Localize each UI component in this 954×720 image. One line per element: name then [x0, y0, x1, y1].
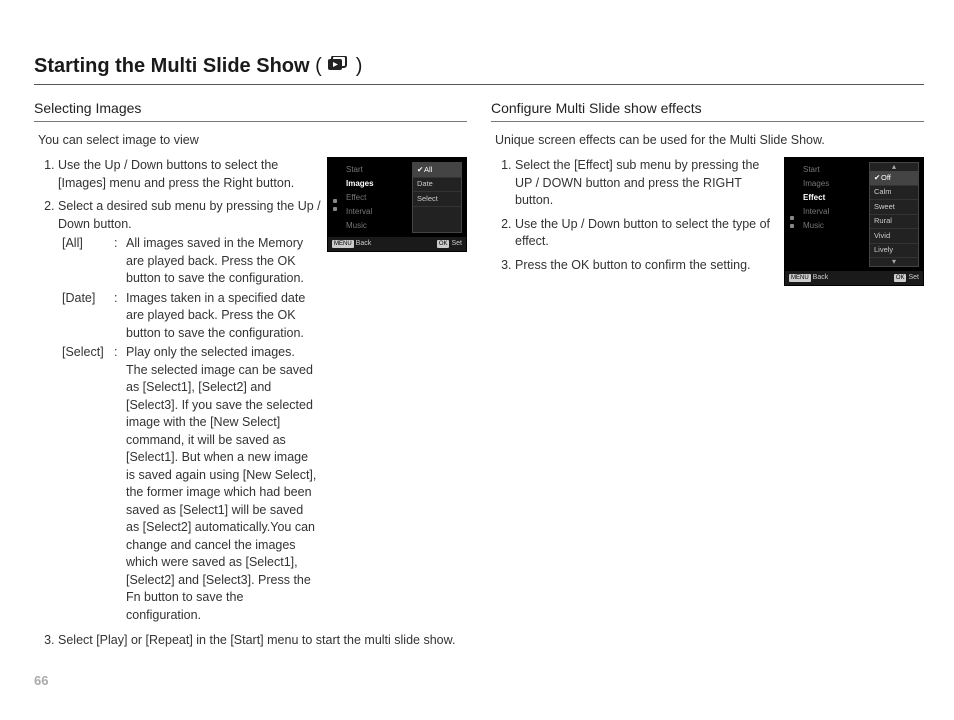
def-val-select: Play only the selected images. The selec… — [126, 344, 321, 626]
def-key-all: [All] — [62, 235, 114, 290]
submenu-item-vivid: Vivid — [870, 229, 918, 244]
paren-open: ( — [315, 52, 322, 80]
footer-back: MENUBack — [332, 239, 371, 249]
submenu-list: ✔All Date Select — [412, 162, 462, 233]
menu-list: Start Images Effect Interval Music — [799, 158, 869, 271]
step-3: Select [Play] or [Repeat] in the [Start]… — [58, 632, 467, 650]
right-heading-divider — [491, 121, 924, 122]
menu-item-music: Music — [799, 219, 869, 233]
submenu-item-rural: Rural — [870, 215, 918, 230]
menu-badge: MENU — [332, 240, 354, 248]
right-intro: Unique screen effects can be used for th… — [495, 132, 924, 150]
step-2: Select a desired sub menu by pressing th… — [58, 198, 467, 626]
ok-badge: OK — [894, 274, 907, 282]
left-heading-divider — [34, 121, 467, 122]
submenu-item-off: ✔Off — [870, 171, 918, 186]
paren-close: ) — [356, 52, 363, 80]
submenu-item-select: Select — [413, 192, 461, 207]
title-text: Starting the Multi Slide Show — [34, 52, 310, 80]
menu-item-music: Music — [342, 219, 412, 233]
side-icon — [790, 224, 794, 228]
footer-set: OKSet — [894, 273, 919, 283]
menu-item-images: Images — [799, 176, 869, 190]
menu-item-interval: Interval — [799, 205, 869, 219]
check-icon: ✔ — [874, 173, 880, 184]
submenu-item-lively: Lively — [870, 244, 918, 259]
footer-set: OKSet — [437, 239, 462, 249]
submenu-list: ▴ ✔Off Calm Sweet Rural Vivid Lively ▾ — [869, 162, 919, 267]
side-icon — [333, 199, 337, 203]
submenu-item-sweet: Sweet — [870, 200, 918, 215]
ok-badge: OK — [437, 240, 450, 248]
right-heading: Configure Multi Slide show effects — [491, 99, 924, 119]
menu-item-interval: Interval — [342, 205, 412, 219]
def-val-date: Images taken in a specified date are pla… — [126, 290, 321, 345]
menu-item-start: Start — [342, 162, 412, 176]
submenu-item-date: Date — [413, 178, 461, 193]
camera-menu-images: Start Images Effect Interval Music ✔All … — [327, 157, 467, 252]
title-divider — [34, 84, 924, 85]
submenu-item-calm: Calm — [870, 186, 918, 201]
camera-menu-effect: Start Images Effect Interval Music ▴ ✔Of… — [784, 157, 924, 286]
side-icon — [790, 216, 794, 220]
side-icon — [333, 207, 337, 211]
chevron-down-icon: ▾ — [870, 258, 918, 266]
submenu-item-all: ✔All — [413, 163, 461, 178]
left-heading: Selecting Images — [34, 99, 467, 119]
left-intro: You can select image to view — [38, 132, 467, 150]
menu-item-effect: Effect — [799, 190, 869, 204]
page-number: 66 — [34, 672, 48, 690]
def-val-all: All images saved in the Memory are playe… — [126, 235, 321, 290]
def-key-date: [Date] — [62, 290, 114, 345]
right-column: Configure Multi Slide show effects Uniqu… — [491, 99, 924, 656]
left-column: Selecting Images You can select image to… — [34, 99, 467, 656]
menu-list: Start Images Effect Interval Music — [342, 158, 412, 237]
check-icon: ✔ — [417, 165, 423, 176]
definitions: [All]:All images saved in the Memory are… — [62, 235, 321, 626]
page-title: Starting the Multi Slide Show ( ) — [34, 52, 924, 80]
chevron-up-icon: ▴ — [870, 163, 918, 171]
footer-back: MENUBack — [789, 273, 828, 283]
menu-item-images: Images — [342, 176, 412, 190]
menu-badge: MENU — [789, 274, 811, 282]
menu-item-effect: Effect — [342, 190, 412, 204]
def-key-select: [Select] — [62, 344, 114, 626]
menu-item-start: Start — [799, 162, 869, 176]
slideshow-icon — [328, 52, 350, 80]
